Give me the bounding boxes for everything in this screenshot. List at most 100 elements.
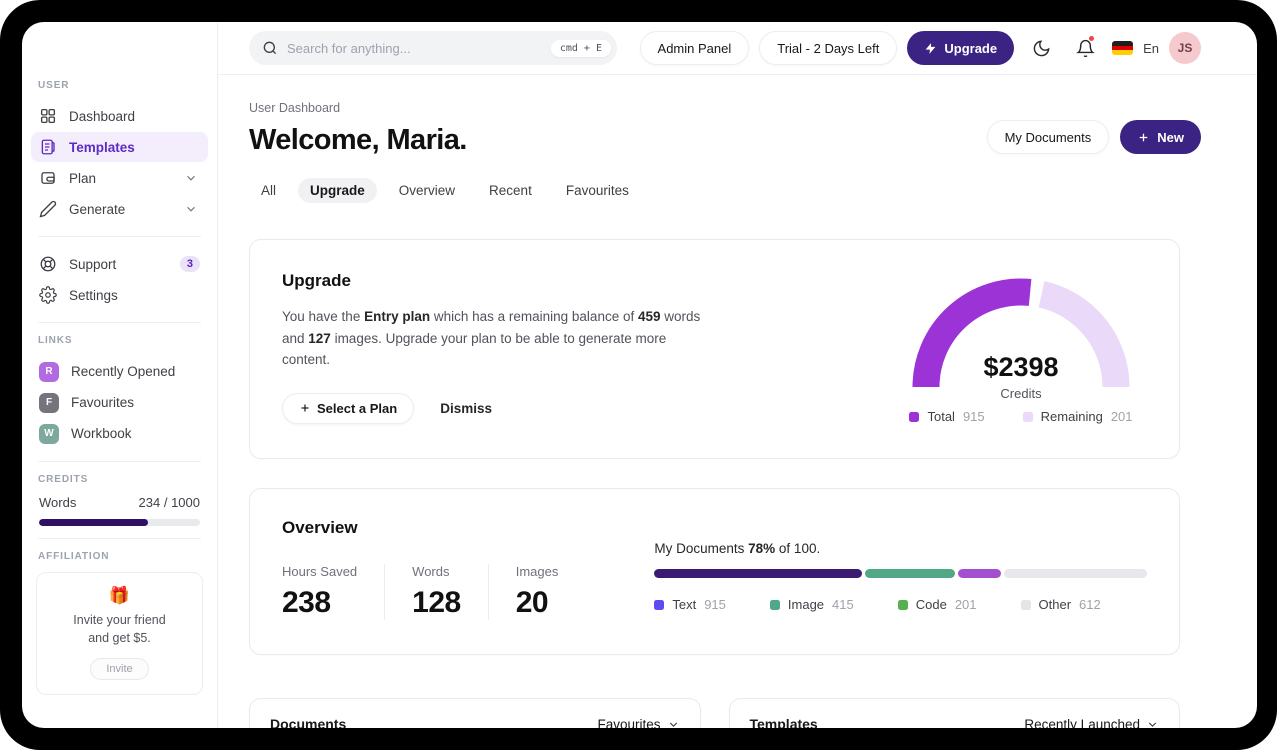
sidebar-item-plan[interactable]: Plan (31, 163, 208, 193)
legend-swatch (769, 599, 780, 610)
legend-item-remaining: Remaining 201 (1022, 409, 1133, 424)
main-area: Search for anything... cmd + E Admin Pan… (218, 22, 1257, 728)
tab-recent[interactable]: Recent (477, 178, 544, 203)
upgrade-card: Upgrade You have the Entry plan which ha… (249, 239, 1180, 459)
select-plan-button[interactable]: Select a Plan (282, 392, 415, 424)
documents-usage: My Documents 78% of 100. Text 915 Image 415… (654, 518, 1147, 620)
affiliation-card: 🎁 Invite your friend and get $5. Invite (36, 572, 203, 695)
link-initial-badge: F (39, 392, 59, 413)
upgrade-button[interactable]: Upgrade (907, 31, 1015, 65)
search-placeholder: Search for anything... (287, 40, 411, 56)
life-buoy-icon (40, 256, 56, 272)
lightning-bolt-icon (925, 42, 936, 54)
invite-button[interactable]: Invite (90, 658, 149, 680)
overview-card: Overview Hours Saved 238 Words 128 Image… (249, 488, 1180, 655)
bottom-lists: Documents Favourites Untitled Document i… (249, 698, 1180, 728)
sidebar-item-label: Templates (69, 139, 135, 155)
search-icon (263, 41, 277, 55)
tab-all[interactable]: All (249, 178, 288, 203)
stat-images: Images 20 (515, 564, 559, 619)
sidebar-item-dashboard[interactable]: Dashboard (31, 101, 208, 131)
sidebar-divider (38, 236, 201, 237)
legend-item-code: Code 201 (897, 597, 977, 612)
credits-gauge: $2398 Credits Total 915 Remaining 201 (903, 271, 1139, 424)
trial-days-button[interactable]: Trial - 2 Days Left (759, 31, 898, 65)
admin-panel-button[interactable]: Admin Panel (639, 31, 750, 65)
chevron-down-icon (1148, 721, 1157, 727)
sidebar-section-links: LINKS (38, 335, 73, 346)
breadcrumb: User Dashboard (249, 101, 341, 115)
page-content: User Dashboard Welcome, Maria. My Docume… (218, 75, 1257, 728)
credits-value: 234 / 1000 (138, 495, 200, 510)
language-label[interactable]: En (1143, 41, 1159, 56)
device-frame: USER Dashboard Templates Plan Generate S… (0, 0, 1277, 750)
new-button[interactable]: New (1120, 120, 1201, 154)
dark-mode-toggle[interactable] (1024, 33, 1058, 63)
topbar: Search for anything... cmd + E Admin Pan… (218, 22, 1257, 75)
overview-left: Overview Hours Saved 238 Words 128 Image… (282, 518, 612, 620)
flag-stripe (1112, 50, 1134, 55)
sidebar-divider (38, 461, 201, 462)
bar-segment-other (1004, 569, 1147, 578)
chevron-down-icon[interactable] (182, 171, 200, 185)
legend-item-image: Image 415 (769, 597, 854, 612)
upgrade-card-body: You have the Entry plan which has a rema… (282, 309, 701, 368)
sidebar-link-label: Recently Opened (71, 364, 176, 379)
sidebar-link-label: Favourites (71, 395, 135, 410)
notifications-button[interactable] (1068, 33, 1102, 63)
legend-swatch (1020, 599, 1031, 610)
link-initial-badge: R (39, 361, 59, 382)
dashboard-grid-icon (40, 108, 56, 124)
tab-overview[interactable]: Overview (387, 178, 467, 203)
overview-stats: Hours Saved 238 Words 128 Images 20 (282, 564, 612, 620)
sidebar-link-recently-opened[interactable]: R Recently Opened (31, 356, 208, 387)
templates-icon (41, 139, 55, 155)
documents-usage-caption: My Documents 78% of 100. (654, 541, 821, 556)
my-documents-button[interactable]: My Documents (986, 120, 1110, 154)
tab-favourites[interactable]: Favourites (554, 178, 641, 203)
sidebar-link-favourites[interactable]: F Favourites (31, 387, 208, 418)
sidebar-section-user: USER (38, 80, 70, 91)
app-window: USER Dashboard Templates Plan Generate S… (22, 22, 1257, 728)
credits-caption: Credits (1000, 386, 1042, 401)
legend-swatch (1022, 411, 1033, 422)
templates-filter-dropdown[interactable]: Recently Launched (1024, 717, 1159, 728)
page-title: Welcome, Maria. (249, 124, 467, 156)
documents-list-title: Documents (270, 716, 347, 728)
sidebar-item-support[interactable]: Support 3 (31, 249, 208, 279)
sidebar-item-label: Settings (69, 287, 118, 303)
language-flag-icon[interactable] (1112, 41, 1134, 55)
pencil-icon (39, 200, 57, 218)
documents-filter-dropdown[interactable]: Favourites (597, 717, 679, 728)
plus-icon (1139, 133, 1148, 141)
gift-icon: 🎁 (108, 586, 131, 605)
legend-swatch (897, 599, 908, 610)
credits-amount: $2398 (983, 352, 1059, 382)
tab-upgrade[interactable]: Upgrade (298, 178, 377, 203)
filter-tabs: All Upgrade Overview Recent Favourites (249, 178, 1201, 203)
credits-row: Words 234 / 1000 (39, 495, 200, 510)
stacked-usage-bar (654, 569, 1147, 578)
search-input[interactable]: Search for anything... cmd + E (249, 31, 617, 65)
stat-words: Words 128 (412, 564, 489, 620)
support-count-badge: 3 (179, 256, 200, 272)
moon-icon (1033, 40, 1050, 56)
sidebar-link-workbook[interactable]: W Workbook (31, 418, 208, 449)
sidebar-item-generate[interactable]: Generate (31, 194, 208, 224)
sidebar-item-label: Support (69, 256, 117, 272)
dismiss-button[interactable]: Dismiss (440, 401, 492, 416)
chevron-down-icon[interactable] (182, 202, 200, 216)
gear-icon (39, 286, 57, 304)
legend-item-text: Text 915 (654, 597, 726, 612)
bar-segment-image (865, 569, 955, 578)
usage-legend: Text 915 Image 415 Code 201 Other 612 (654, 597, 1147, 612)
upgrade-card-title: Upgrade (282, 271, 351, 290)
chevron-down-icon (669, 721, 677, 727)
bar-segment-text (654, 569, 863, 578)
legend-swatch (909, 411, 920, 422)
overview-card-title: Overview (282, 518, 358, 537)
user-avatar[interactable]: JS (1169, 32, 1201, 64)
legend-item-other: Other 612 (1020, 597, 1101, 612)
sidebar-item-templates[interactable]: Templates (31, 132, 208, 162)
sidebar-item-settings[interactable]: Settings (31, 280, 208, 310)
